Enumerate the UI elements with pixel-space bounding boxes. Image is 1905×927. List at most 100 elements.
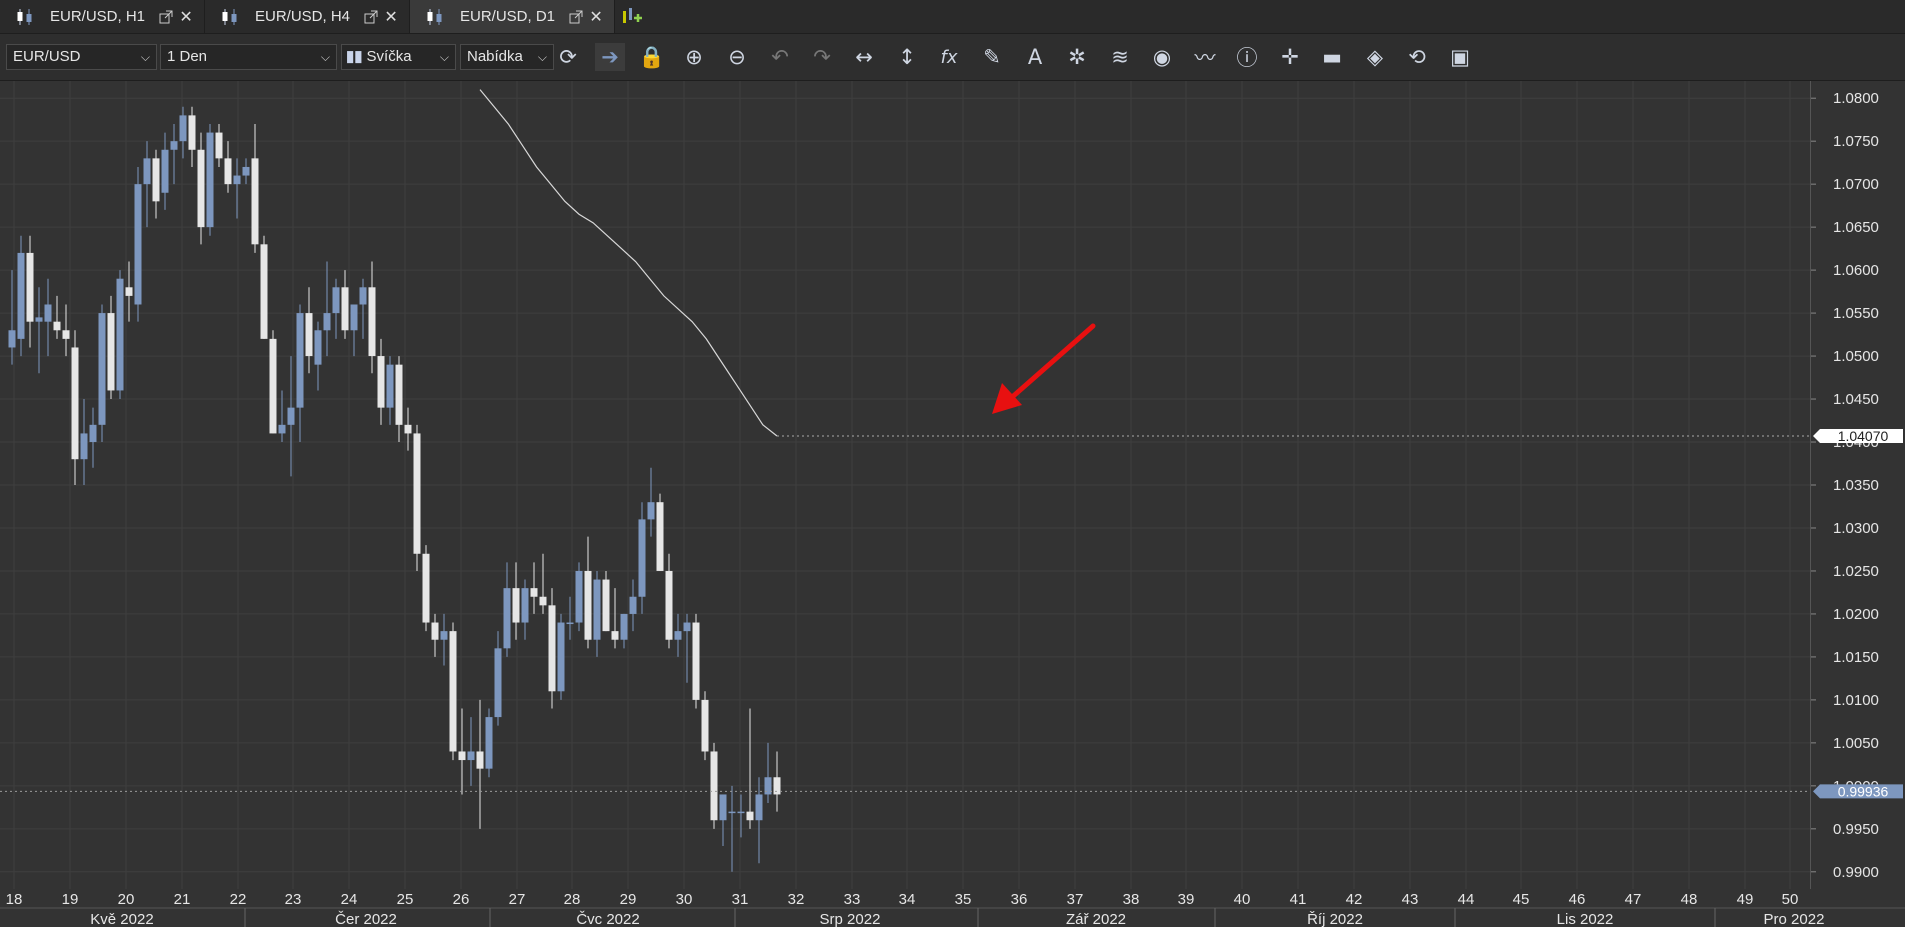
candle-body <box>44 304 52 322</box>
chevron-down-icon: ⌵ <box>320 50 330 64</box>
candle-body <box>692 622 700 700</box>
candle-body <box>656 502 664 571</box>
candle <box>629 579 637 632</box>
candle <box>251 123 259 253</box>
text-tool-icon[interactable]: A <box>1020 43 1050 71</box>
symbol-value: EUR/USD <box>13 48 81 65</box>
redo-icon[interactable]: ↷ <box>807 43 837 71</box>
x-tick-label: 25 <box>397 891 414 908</box>
detach-icon[interactable] <box>569 10 583 24</box>
close-icon[interactable]: ✕ <box>384 7 398 27</box>
pencil-icon[interactable]: ✎ <box>977 43 1007 71</box>
candle-body <box>746 811 754 821</box>
arrow-shaft <box>1007 323 1096 402</box>
x-tick-label: 20 <box>118 891 135 908</box>
info-icon[interactable]: ⓘ <box>1232 43 1262 71</box>
detach-icon[interactable] <box>364 10 378 24</box>
candle-body <box>188 115 196 150</box>
candle-body <box>233 175 241 185</box>
current-price-tag: 0.99936 <box>1813 783 1903 799</box>
autoscroll-icon[interactable]: ➔ <box>595 43 625 71</box>
price-chart[interactable] <box>0 81 1810 889</box>
candle-body <box>242 166 250 176</box>
candle-body <box>350 304 358 331</box>
chart-type-select[interactable]: ▮▮ Svíčka ⌵ <box>341 44 456 70</box>
candle-body <box>62 330 70 339</box>
x-tick-label: 48 <box>1681 891 1698 908</box>
indicator-fx-icon[interactable]: fx <box>934 43 964 71</box>
tab-eurusd-h4[interactable]: EUR/USD, H4 ✕ <box>205 0 410 33</box>
y-tick-label: 1.0150 <box>1833 649 1879 666</box>
x-tick-label: 30 <box>676 891 693 908</box>
candle <box>170 123 178 185</box>
candle-body <box>467 751 475 761</box>
y-tick-label: 0.9900 <box>1833 864 1879 881</box>
candle-body <box>476 751 484 769</box>
candle <box>467 717 475 786</box>
save-icon[interactable]: ▣ <box>1445 43 1475 71</box>
candle <box>413 424 421 571</box>
candle-body <box>557 622 565 692</box>
candle <box>350 304 358 357</box>
candle-body <box>287 407 295 425</box>
time-axis[interactable]: 18 19 20 21 22 23 24 25 26 27 28 29 30 31 32 33 34 35 36 37… <box>0 889 1905 927</box>
crosshair-icon[interactable]: ✛ <box>1275 43 1305 71</box>
x-tick-label: 44 <box>1458 891 1475 908</box>
candle-body <box>152 158 160 202</box>
x-tick-label: 32 <box>788 891 805 908</box>
price-type-select[interactable]: Nabídka ⌵ <box>460 44 554 70</box>
symbol-select[interactable]: EUR/USD ⌵ <box>6 44 157 70</box>
candle-body <box>224 158 232 185</box>
detach-icon[interactable] <box>159 10 173 24</box>
candle <box>539 553 547 614</box>
candle-body <box>440 631 448 640</box>
x-tick-label: 40 <box>1234 891 1251 908</box>
arrow-head <box>992 383 1022 414</box>
close-icon[interactable]: ✕ <box>179 7 193 27</box>
horizontal-scale-icon[interactable]: ↔ <box>849 43 879 71</box>
vertical-scale-icon[interactable]: ↕ <box>892 43 922 71</box>
tab-eurusd-d1[interactable]: EUR/USD, D1 ✕ <box>410 0 615 33</box>
candle-body <box>575 570 583 623</box>
candle <box>26 235 34 348</box>
candle-body <box>323 313 331 331</box>
chevron-down-icon: ⌵ <box>439 50 449 64</box>
candle-body <box>548 605 556 692</box>
objects-icon[interactable]: ✲ <box>1062 43 1092 71</box>
eye-icon[interactable]: ◉ <box>1147 43 1177 71</box>
price-type-value: Nabídka <box>467 48 523 65</box>
settings-icon[interactable]: ⟲ <box>1402 43 1432 71</box>
undo-icon[interactable]: ↶ <box>765 43 795 71</box>
refresh-icon[interactable]: ⟳ <box>553 43 583 71</box>
x-tick-label: 49 <box>1737 891 1754 908</box>
candle <box>377 338 385 425</box>
theme-icon[interactable]: ◈ <box>1360 43 1390 71</box>
add-chart-icon[interactable] <box>620 5 644 27</box>
x-tick-label: 36 <box>1011 891 1028 908</box>
zoom-in-icon[interactable]: ⊕ <box>679 43 709 71</box>
period-select[interactable]: 1 Den ⌵ <box>160 44 337 70</box>
signal-icon[interactable]: 〰 <box>1190 43 1220 71</box>
candle <box>116 270 124 400</box>
candle-body <box>764 777 772 795</box>
close-icon[interactable]: ✕ <box>589 7 603 27</box>
price-axis[interactable]: 1.0800 1.0750 1.0700 1.0650 1.0600 1.0550 1.05… <box>1810 81 1905 889</box>
ohlc-color-icon[interactable]: ▬ <box>1317 43 1347 71</box>
candle <box>494 631 502 726</box>
candle-body <box>755 794 763 821</box>
candle-body <box>170 141 178 150</box>
zoom-out-icon[interactable]: ⊖ <box>722 43 752 71</box>
tab-eurusd-h1[interactable]: EUR/USD, H1 ✕ <box>0 0 205 33</box>
candle-body <box>89 424 97 443</box>
candle-body <box>197 149 205 228</box>
lock-icon[interactable]: 🔒 <box>637 43 667 71</box>
candle <box>431 613 439 657</box>
candle-body <box>512 588 520 623</box>
layers-icon[interactable]: ≋ <box>1105 43 1135 71</box>
x-tick-label: 22 <box>230 891 247 908</box>
candle <box>593 570 601 657</box>
candle <box>638 502 646 614</box>
candles-icon <box>427 8 442 25</box>
y-tick-label: 1.0450 <box>1833 391 1879 408</box>
candle <box>269 330 277 434</box>
